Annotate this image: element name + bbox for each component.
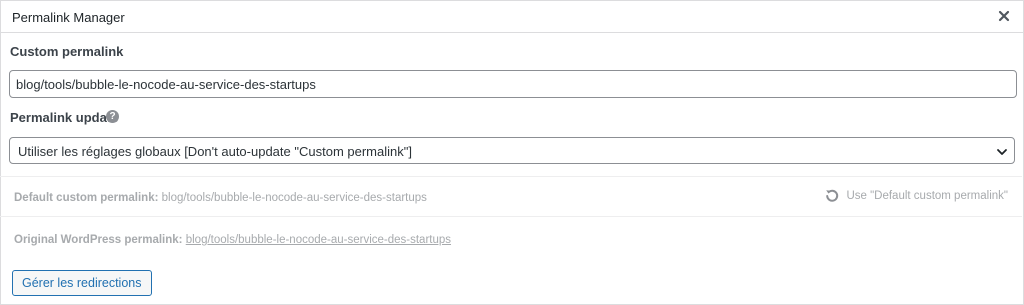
permalink-update-label: Permalink update <box>10 110 119 125</box>
use-default-permalink-button[interactable]: Use "Default custom permalink" <box>824 188 1008 204</box>
default-permalink-info: Default custom permalink: blog/tools/bub… <box>14 192 427 204</box>
panel-title: Permalink Manager <box>12 10 125 25</box>
original-permalink-info: Original WordPress permalink: blog/tools… <box>14 234 451 246</box>
custom-permalink-input[interactable] <box>9 70 1017 98</box>
default-permalink-value: blog/tools/bubble-le-nocode-au-service-d… <box>161 192 427 204</box>
custom-permalink-label: Custom permalink <box>10 44 124 59</box>
permalink-update-select[interactable]: Utiliser les réglages globaux [Don't aut… <box>9 137 1015 164</box>
undo-icon <box>826 189 839 202</box>
original-permalink-link-slug[interactable]: bubble-le-nocode-au-service-des-startups <box>238 234 451 246</box>
original-permalink-label: Original WordPress permalink: <box>14 234 183 246</box>
default-permalink-row: Default custom permalink: blog/tools/bub… <box>0 176 1022 217</box>
original-permalink-link-path[interactable]: blog/tools/ <box>186 234 238 246</box>
panel-header: Permalink Manager <box>1 1 1023 33</box>
original-permalink-row: Original WordPress permalink: blog/tools… <box>0 216 1022 259</box>
help-icon[interactable]: ? <box>106 110 119 123</box>
manage-redirects-button[interactable]: Gérer les redirections <box>12 270 152 296</box>
default-permalink-label: Default custom permalink: <box>14 192 159 204</box>
close-icon[interactable] <box>995 7 1013 25</box>
use-default-permalink-label: Use "Default custom permalink" <box>846 190 1008 202</box>
chevron-down-icon <box>996 145 1008 157</box>
permalink-update-selected: Utiliser les réglages globaux [Don't aut… <box>18 144 412 159</box>
